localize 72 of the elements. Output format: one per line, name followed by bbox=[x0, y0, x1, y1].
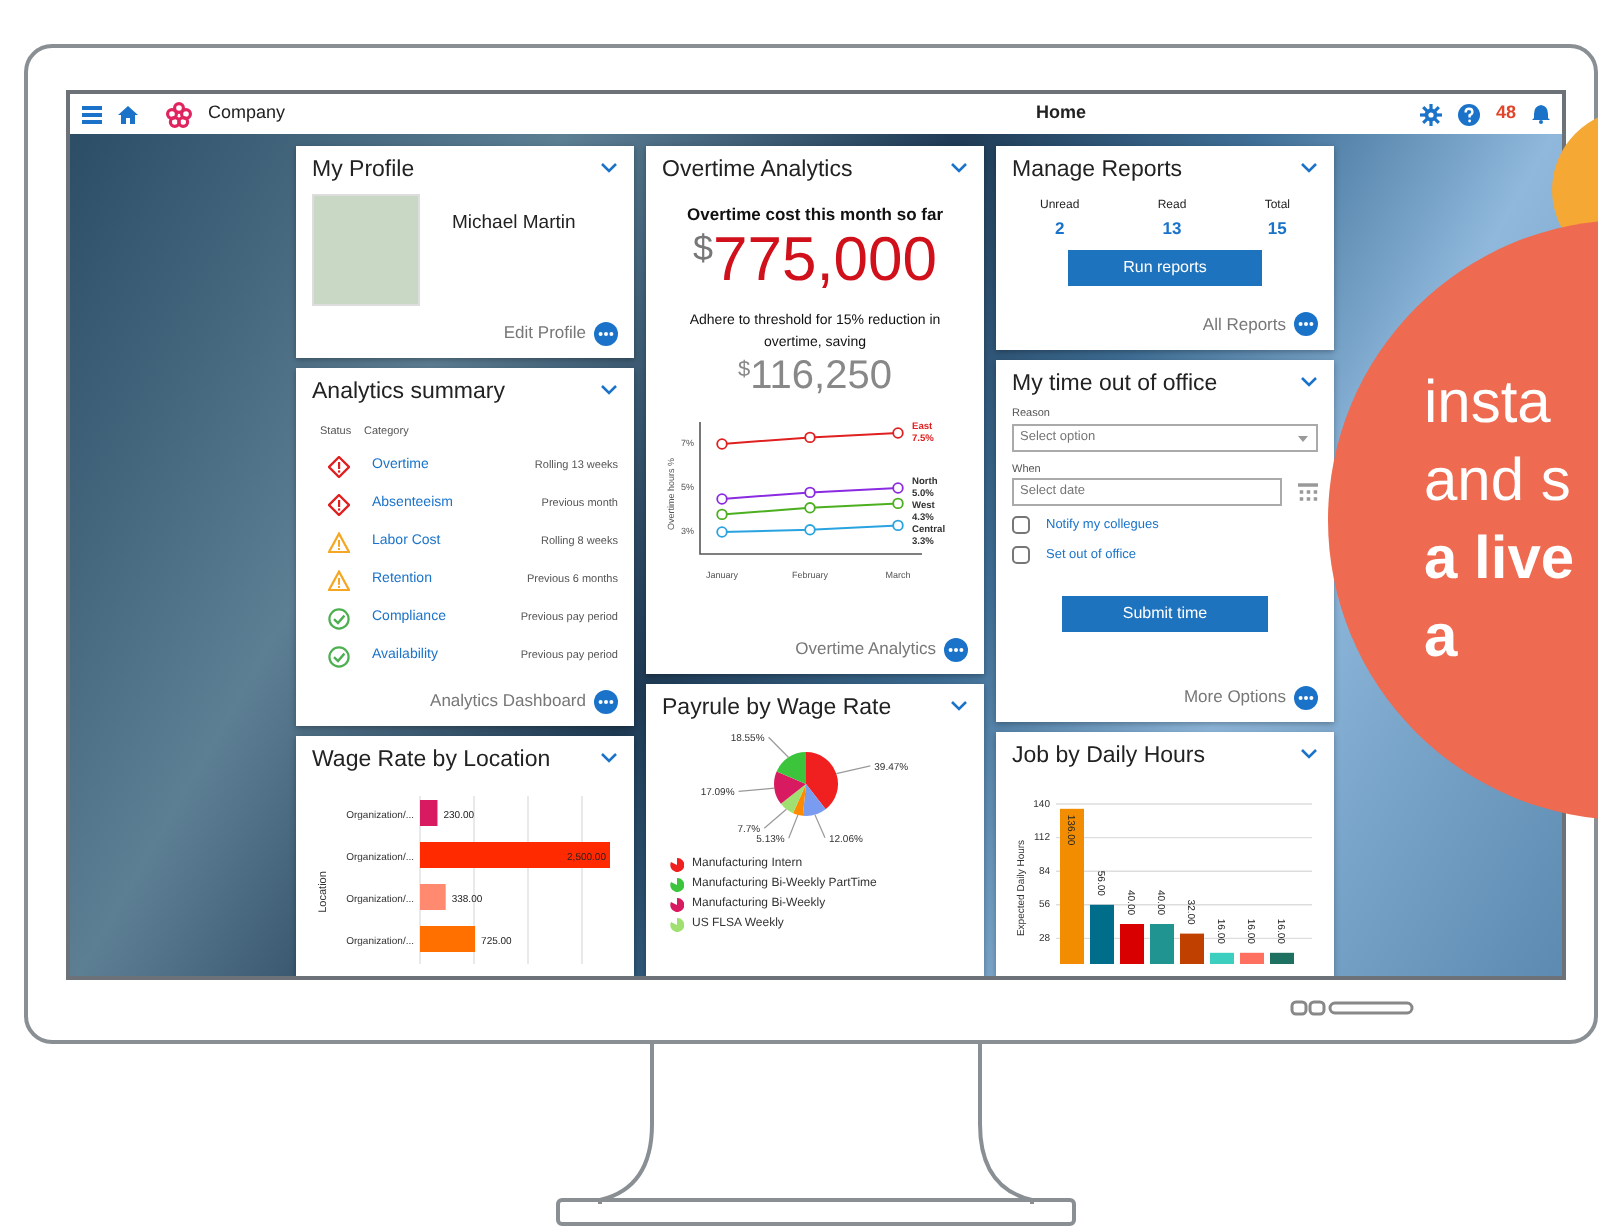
chevron-down-icon bbox=[950, 700, 968, 712]
checkbox[interactable] bbox=[1012, 546, 1030, 565]
data-point bbox=[804, 524, 816, 536]
chevron-down-icon bbox=[600, 384, 618, 396]
card-link[interactable]: Analytics Dashboard bbox=[430, 688, 586, 715]
leader-line bbox=[814, 813, 826, 838]
more-icon bbox=[944, 637, 968, 662]
run-reports-button[interactable]: Run reports bbox=[1068, 249, 1262, 286]
bell-icon bbox=[1532, 104, 1550, 124]
photo-placeholder bbox=[312, 193, 420, 306]
flower-icon bbox=[166, 101, 192, 127]
data-point bbox=[716, 508, 728, 521]
card-title: Manage Reports bbox=[1012, 158, 1183, 186]
menu-icon bbox=[82, 105, 102, 123]
stat-value: 13 bbox=[1160, 215, 1184, 242]
more-icon bbox=[1294, 312, 1318, 337]
promo-text: insta bbox=[1424, 368, 1551, 440]
promo-text: and s bbox=[1424, 446, 1571, 518]
card-title: Overtime Analytics bbox=[662, 158, 853, 186]
indicator-icon bbox=[1290, 1000, 1414, 1016]
promo-text: a live bbox=[1424, 524, 1575, 596]
leader-line bbox=[768, 736, 789, 758]
checkbox[interactable] bbox=[1012, 516, 1030, 535]
person-name: Michael Martin bbox=[452, 209, 576, 238]
settings-icon bbox=[1419, 103, 1442, 125]
headline-text: Overtime cost this month so far bbox=[685, 201, 945, 228]
chevron-down-icon bbox=[950, 162, 968, 174]
more-icon bbox=[594, 321, 618, 346]
notification-count: 48 bbox=[1495, 100, 1516, 127]
data-point bbox=[716, 438, 728, 450]
chevron-down-icon bbox=[1300, 162, 1318, 174]
data-point bbox=[892, 427, 904, 439]
submit-time-button[interactable]: Submit time bbox=[1062, 596, 1268, 633]
help-icon bbox=[1457, 103, 1480, 125]
chevron-down-icon bbox=[1300, 748, 1318, 761]
leader-line bbox=[738, 787, 775, 792]
card-link[interactable]: Edit Profile bbox=[503, 320, 586, 346]
card-link[interactable]: All Reports bbox=[1202, 311, 1286, 338]
card-title: Job by Daily Hours bbox=[1012, 744, 1206, 772]
card-title: My time out of office bbox=[1012, 371, 1218, 399]
cost-amount: 775,000 bbox=[712, 227, 938, 293]
currency-symbol: $ bbox=[692, 227, 713, 271]
saving-amount: 116,250 bbox=[750, 354, 892, 399]
calendar-icon bbox=[1297, 481, 1318, 502]
stat-value: 15 bbox=[1265, 215, 1289, 242]
data-point bbox=[892, 482, 904, 494]
more-icon bbox=[1294, 685, 1318, 710]
promo-text: a bbox=[1424, 602, 1458, 674]
data-point bbox=[804, 502, 816, 514]
caret-icon bbox=[1298, 435, 1308, 442]
chevron-down-icon bbox=[1300, 375, 1318, 388]
card-title: Analytics summary bbox=[312, 380, 505, 408]
stat-value: 2 bbox=[1052, 215, 1067, 242]
company-name: Company bbox=[208, 100, 286, 127]
card-title: My Profile bbox=[312, 158, 415, 186]
currency-symbol: $ bbox=[738, 356, 751, 387]
card-link[interactable]: More Options bbox=[1183, 684, 1286, 711]
page-title: Home bbox=[1035, 102, 1086, 123]
card-title: Wage Rate by Location bbox=[312, 748, 551, 776]
data-point bbox=[892, 497, 904, 510]
chevron-down-icon bbox=[600, 162, 618, 174]
chevron-down-icon bbox=[600, 752, 618, 765]
data-point bbox=[804, 486, 816, 499]
data-point bbox=[716, 526, 728, 538]
home-icon bbox=[118, 105, 138, 123]
card-title: Payrule by Wage Rate bbox=[662, 696, 892, 724]
data-point bbox=[892, 519, 904, 532]
data-point bbox=[716, 493, 728, 505]
data-point bbox=[804, 431, 816, 444]
card-link[interactable]: Overtime Analytics bbox=[795, 636, 936, 662]
more-icon bbox=[594, 689, 618, 714]
leader-line bbox=[835, 764, 871, 774]
